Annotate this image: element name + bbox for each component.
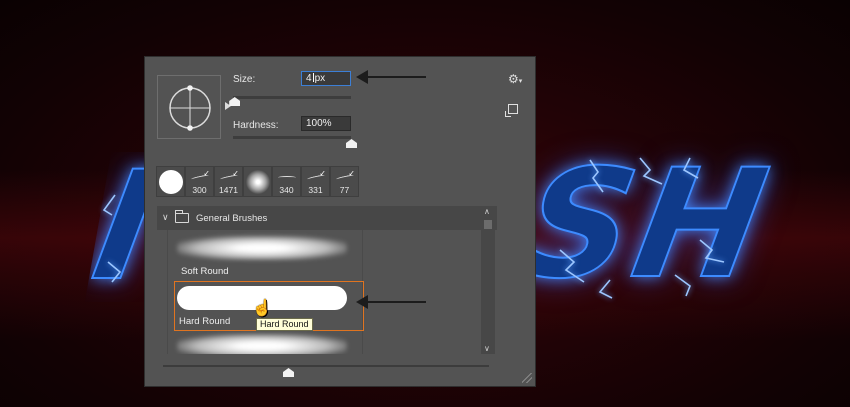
tree-guide-line <box>167 230 168 354</box>
chevron-down-icon[interactable]: ∨ <box>162 212 169 223</box>
brush-tooltip: Hard Round <box>256 318 313 331</box>
brush-angle-icon <box>169 85 211 131</box>
tip-size-label: 77 <box>339 185 350 195</box>
recent-tip[interactable] <box>243 166 272 197</box>
preview-size-slider-track[interactable] <box>163 365 489 367</box>
recent-tip[interactable]: ✓ 300 <box>185 166 214 197</box>
hardness-slider-thumb[interactable] <box>346 139 357 148</box>
soft-brush-tip-icon <box>246 170 270 194</box>
resize-grip-icon[interactable] <box>522 373 532 383</box>
next-stroke-preview <box>177 334 347 354</box>
brush-preset-next[interactable] <box>177 334 361 354</box>
brush-stroke-icon <box>278 176 296 179</box>
brush-check-icon: ✓ <box>319 169 326 178</box>
hand-cursor-icon: ☝ <box>252 300 272 317</box>
size-slider-track[interactable] <box>233 96 351 99</box>
round-brush-tip-icon <box>159 170 183 194</box>
brush-group-header[interactable]: ∨ General Brushes <box>157 206 497 230</box>
recent-tip[interactable]: ✓ 331 <box>301 166 330 197</box>
brush-check-icon: ✓ <box>232 169 239 178</box>
recent-tip[interactable]: 340 <box>272 166 301 197</box>
size-value: 4 <box>306 73 312 84</box>
new-preset-icon[interactable] <box>505 104 518 117</box>
list-scrollbar[interactable]: ∧ ∨ <box>481 206 495 354</box>
recent-tip[interactable]: ✓ 1471 <box>214 166 243 197</box>
brush-angle-preview[interactable] <box>157 75 221 139</box>
size-label: Size: <box>233 74 256 85</box>
recent-tip[interactable]: ✓ 77 <box>330 166 359 197</box>
brush-preset-list: ∨ General Brushes Soft Round Hard Round <box>157 206 497 354</box>
tip-size-label: 1471 <box>219 185 238 195</box>
recent-brush-tips: ✓ 300 ✓ 1471 340 ✓ 331 ✓ 77 <box>156 166 359 197</box>
hardness-slider-track[interactable] <box>233 136 351 139</box>
scrollbar-thumb[interactable] <box>484 220 492 229</box>
brush-check-icon: ✓ <box>203 169 210 178</box>
hardness-input[interactable]: 100% <box>301 116 351 131</box>
brush-group-name: General Brushes <box>196 213 268 224</box>
brush-preset-panel: Size: 4 px Hardness: 100% ⚙▾ ✓ 300 ✓ 1471… <box>144 56 536 387</box>
brush-preset-label: Soft Round <box>181 266 229 277</box>
brush-preset-label: Hard Round <box>179 316 231 327</box>
brush-check-icon: ✓ <box>348 169 355 178</box>
hardness-label: Hardness: <box>233 120 279 131</box>
tip-size-label: 331 <box>308 185 323 195</box>
annotation-arrow-size <box>356 70 426 84</box>
size-unit: px <box>314 73 326 84</box>
tip-size-label: 340 <box>279 185 294 195</box>
scroll-up-icon[interactable]: ∧ <box>484 207 490 216</box>
tip-size-label: 300 <box>192 185 207 195</box>
settings-gear-icon[interactable]: ⚙▾ <box>508 72 522 86</box>
size-input[interactable]: 4 px <box>301 71 351 86</box>
recent-tip[interactable] <box>156 166 185 197</box>
preview-size-slider-thumb[interactable] <box>283 368 294 377</box>
annotation-arrow-hard-round <box>356 295 426 309</box>
text-caret <box>312 73 314 82</box>
brush-preset-soft-round[interactable]: Soft Round <box>177 236 361 278</box>
soft-round-stroke-preview <box>177 236 347 260</box>
scroll-down-icon[interactable]: ∨ <box>484 344 490 353</box>
folder-icon <box>174 210 189 223</box>
